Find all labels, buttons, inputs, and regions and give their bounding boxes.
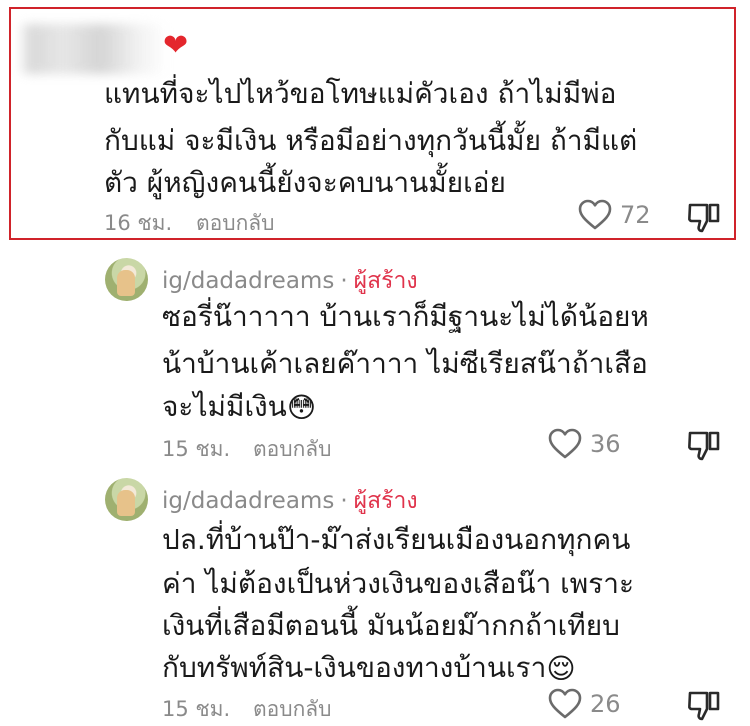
comment-line-3: ตัว ผู้หญิงคนนี้ยังจะคบนานมั้ยเอ่ย — [104, 166, 506, 199]
like-button[interactable]: 26 — [548, 688, 621, 720]
reply-line-2: ค่า ไม่ต้องเป็นห่วงเงินของเสือน๊า เพราะ — [162, 567, 634, 600]
reply-line-1: ซอรี่น๊าาาาา บ้านเราก็มีฐานะไม่ได้น้อยห — [162, 300, 649, 333]
reply-line-1: ปล.ที่บ้านป๊า-ม๊าส่งเรียนเมืองนอกทุกคน — [162, 523, 631, 556]
like-count: 72 — [620, 201, 651, 229]
separator-dot: · — [340, 488, 348, 514]
dislike-button[interactable] — [687, 688, 721, 726]
flushed-face-emoji: 😳 — [286, 391, 317, 424]
separator-dot: · — [340, 268, 348, 294]
blurred-username — [18, 24, 168, 74]
dislike-button[interactable] — [687, 200, 721, 238]
thumbs-down-icon — [688, 691, 720, 721]
reply-line-3-text: จะไม่มีเงิน — [162, 390, 287, 423]
relieved-face-emoji: 😌 — [546, 652, 576, 685]
thumbs-down-icon — [688, 203, 720, 233]
heart-outline-icon — [548, 688, 582, 719]
reply-author[interactable]: ig/dadadreams · ผู้สร้าง — [162, 483, 418, 519]
red-heart-icon: ❤ — [163, 28, 189, 63]
like-button[interactable]: 36 — [548, 428, 621, 460]
reply-time: 15 ชม. — [162, 437, 231, 461]
like-count: 36 — [590, 430, 621, 458]
reply-line-4: กับทรัพท์สิน-เงินของทางบ้านเรา😌 — [162, 644, 576, 693]
reply-button[interactable]: ตอบกลับ — [253, 433, 332, 466]
reply-line-4-text: กับทรัพท์สิน-เงินของทางบ้านเรา — [162, 651, 547, 684]
creator-badge: ผู้สร้าง — [353, 488, 418, 514]
comment-line-1: แทนที่จะไปไหว้ขอโทษแม่คัวเอง ถ้าไม่มีพ่อ — [104, 77, 617, 110]
heart-outline-icon — [548, 428, 582, 459]
creator-badge: ผู้สร้าง — [353, 268, 418, 294]
reply-line-3: จะไม่มีเงิน😳 — [162, 383, 316, 432]
avatar[interactable] — [105, 258, 148, 301]
username[interactable]: ig/dadadreams — [162, 488, 334, 514]
reply-button[interactable]: ตอบกลับ — [253, 693, 332, 726]
reply-time: 15 ชม. — [162, 697, 231, 721]
heart-outline-icon — [578, 199, 612, 230]
thumbs-down-icon — [688, 431, 720, 461]
username[interactable]: ig/dadadreams — [162, 268, 334, 294]
like-count: 26 — [590, 690, 621, 718]
like-button[interactable]: 72 — [578, 199, 651, 231]
reply-line-2: น้าบ้านเค้าเลยค๊าาาา ไม่ซีเรียสน๊าถ้าเสื… — [162, 347, 648, 380]
comment-line-2: กับแม่ จะมีเงิน หรือมีอย่างทุกวันนี้มั้ย… — [104, 124, 638, 157]
reply-button[interactable]: ตอบกลับ — [196, 207, 275, 240]
dislike-button[interactable] — [687, 428, 721, 466]
avatar[interactable] — [105, 478, 148, 521]
reply-line-3: เงินที่เสือมีตอนนี้ มันน้อยม๊ากกถ้าเทียบ — [162, 609, 620, 642]
comment-time: 16 ชม. — [104, 211, 173, 235]
